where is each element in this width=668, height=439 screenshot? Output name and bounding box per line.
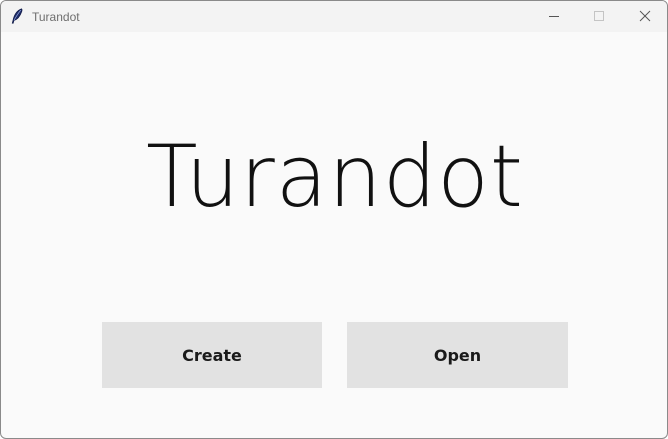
maximize-icon xyxy=(593,7,605,26)
close-icon xyxy=(639,7,651,26)
create-button[interactable]: Create xyxy=(102,322,322,388)
close-button[interactable] xyxy=(622,1,667,32)
minimize-button[interactable] xyxy=(531,1,577,32)
open-button[interactable]: Open xyxy=(347,322,568,388)
feather-icon xyxy=(10,8,24,24)
app-window: Turandot Turandot Create Open xyxy=(0,0,668,439)
title-bar[interactable]: Turandot xyxy=(1,1,667,32)
app-heading: Turandot xyxy=(146,127,524,227)
window-title: Turandot xyxy=(32,10,80,24)
main-content: Turandot Create Open xyxy=(1,32,667,438)
minimize-icon xyxy=(548,7,560,26)
maximize-button[interactable] xyxy=(576,1,622,32)
